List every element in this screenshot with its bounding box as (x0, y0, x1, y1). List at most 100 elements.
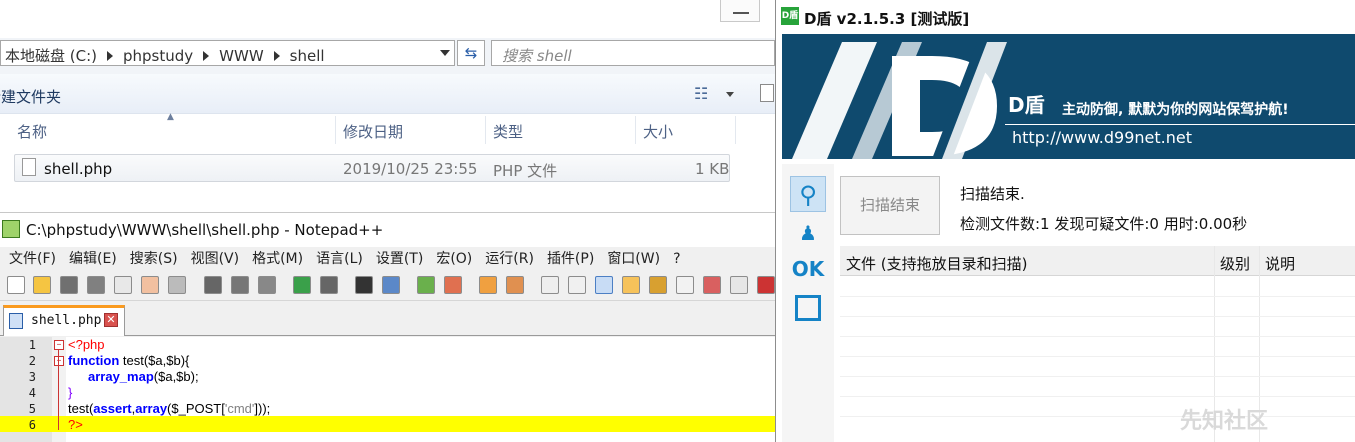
code-text: ($a,$b); (153, 369, 199, 384)
view-dropdown-icon[interactable] (726, 92, 734, 97)
column-header-type[interactable]: 类型 (493, 121, 523, 142)
find-icon[interactable] (355, 276, 373, 294)
scan-status: 扫描结束. (960, 185, 1025, 203)
menu-language[interactable]: 语言(L) (316, 248, 363, 270)
column-divider[interactable] (335, 116, 336, 144)
view-options-icon[interactable]: ☷ (694, 84, 708, 103)
monitoring-icon[interactable] (730, 276, 748, 294)
replace-icon[interactable] (382, 276, 400, 294)
column-divider[interactable] (635, 116, 636, 144)
copy-icon[interactable] (231, 276, 249, 294)
menu-macro[interactable]: 宏(O) (436, 248, 472, 270)
undo-icon[interactable] (293, 276, 311, 294)
menu-file[interactable]: 文件(F) (9, 248, 56, 270)
sync-horizontal-icon[interactable] (506, 276, 524, 294)
menu-plugins[interactable]: 插件(P) (547, 248, 594, 270)
redo-icon[interactable] (320, 276, 338, 294)
record-macro-icon[interactable] (757, 276, 775, 294)
zoom-in-icon[interactable] (417, 276, 435, 294)
cut-icon[interactable] (204, 276, 222, 294)
menu-settings[interactable]: 设置(T) (376, 248, 423, 270)
divider (1005, 124, 1355, 125)
scan-button[interactable]: 扫描结束 (840, 176, 940, 235)
new-folder-button[interactable]: 新建文件夹 (0, 86, 61, 107)
column-divider[interactable] (485, 116, 486, 144)
fold-collapse-icon[interactable]: – (54, 340, 64, 350)
notepad-title: C:\phpstudy\WWW\shell\shell.php - Notepa… (26, 221, 384, 239)
menu-search[interactable]: 搜索(S) (130, 248, 178, 270)
table-gridline (840, 316, 1355, 317)
save-all-icon[interactable] (87, 276, 105, 294)
doc-map-icon[interactable] (649, 276, 667, 294)
process-user-icon[interactable]: ♟ (790, 215, 826, 251)
chevron-right-icon[interactable] (273, 51, 280, 61)
refresh-button[interactable]: ⇆ (457, 40, 485, 66)
fold-collapse-icon[interactable]: – (54, 356, 64, 366)
print-icon[interactable] (168, 276, 186, 294)
saved-file-icon (9, 313, 23, 329)
refresh-icon: ⇆ (464, 44, 478, 62)
breadcrumb-drive[interactable]: 本地磁盘 (C:) (5, 47, 97, 65)
code-text: ($_POST[ (167, 401, 225, 416)
line-number: 6 (28, 418, 36, 432)
table-gridline (840, 396, 1355, 397)
close-all-icon[interactable] (141, 276, 159, 294)
scan-stats: 检测文件数:1 发现可疑文件:0 用时:0.00秒 (960, 215, 1248, 233)
table-gridline (840, 336, 1355, 337)
ok-icon[interactable]: OK (790, 251, 826, 287)
column-header-date[interactable]: 修改日期 (343, 121, 403, 142)
code-keyword: function (68, 353, 120, 368)
column-header-level[interactable]: 级别 (1220, 253, 1250, 274)
column-divider[interactable] (735, 116, 736, 144)
address-dropdown-icon[interactable] (440, 50, 450, 56)
menu-help[interactable]: ? (673, 248, 680, 270)
code-line: ?> (68, 417, 83, 432)
chevron-right-icon[interactable] (107, 51, 113, 61)
zoom-out-icon[interactable] (444, 276, 462, 294)
udl-icon[interactable] (622, 276, 640, 294)
menu-view[interactable]: 视图(V) (191, 248, 240, 270)
file-name[interactable]: shell.php (44, 160, 112, 178)
chevron-right-icon[interactable] (203, 51, 210, 61)
indent-guide-icon[interactable] (595, 276, 613, 294)
column-header-size[interactable]: 大小 (643, 121, 673, 142)
function-list-icon[interactable] (676, 276, 694, 294)
table-gridline (840, 296, 1355, 297)
address-bar[interactable]: 本地磁盘 (C:) phpstudy WWW shell (0, 40, 455, 66)
code-text: ])); (254, 401, 271, 416)
open-file-icon[interactable] (33, 276, 51, 294)
scan-search-icon[interactable]: ⚲ (790, 176, 826, 212)
preview-pane-icon[interactable] (760, 84, 774, 102)
menu-edit[interactable]: 编辑(E) (69, 248, 117, 270)
close-file-icon[interactable] (114, 276, 132, 294)
folder-workspace-icon[interactable] (703, 276, 721, 294)
tab-close-icon[interactable]: ✕ (104, 313, 118, 327)
breadcrumb-shell[interactable]: shell (290, 47, 325, 65)
menu-run[interactable]: 运行(R) (485, 248, 534, 270)
word-wrap-icon[interactable] (541, 276, 559, 294)
sync-vertical-icon[interactable] (479, 276, 497, 294)
explorer-toolbar (0, 74, 775, 114)
breadcrumb-phpstudy[interactable]: phpstudy (123, 47, 193, 65)
new-file-icon[interactable] (7, 276, 25, 294)
dd-logo-icon: D盾 (781, 7, 799, 25)
dd-title: D盾 v2.1.5.3 [测试版] (804, 10, 970, 28)
table-gridline (840, 376, 1355, 377)
search-input[interactable]: 搜索 shell (491, 40, 775, 66)
tools-icon[interactable] (790, 290, 826, 326)
save-icon[interactable] (60, 276, 78, 294)
column-header-desc[interactable]: 说明 (1265, 253, 1295, 274)
file-size: 1 KB (695, 160, 730, 178)
paste-icon[interactable] (258, 276, 276, 294)
column-header-name[interactable]: 名称 (17, 121, 47, 142)
show-all-chars-icon[interactable] (568, 276, 586, 294)
menu-format[interactable]: 格式(M) (252, 248, 303, 270)
line-number: 3 (28, 370, 36, 384)
menu-window[interactable]: 窗口(W) (607, 248, 660, 270)
breadcrumb-www[interactable]: WWW (219, 47, 264, 65)
column-header-file[interactable]: 文件 (支持拖放目录和扫描) (846, 253, 1027, 274)
sort-ascending-icon: ▲ (167, 112, 174, 122)
minimize-button[interactable] (720, 0, 760, 22)
tab-label[interactable]: shell.php (31, 313, 101, 328)
code-text: test($a,$b){ (119, 353, 190, 368)
